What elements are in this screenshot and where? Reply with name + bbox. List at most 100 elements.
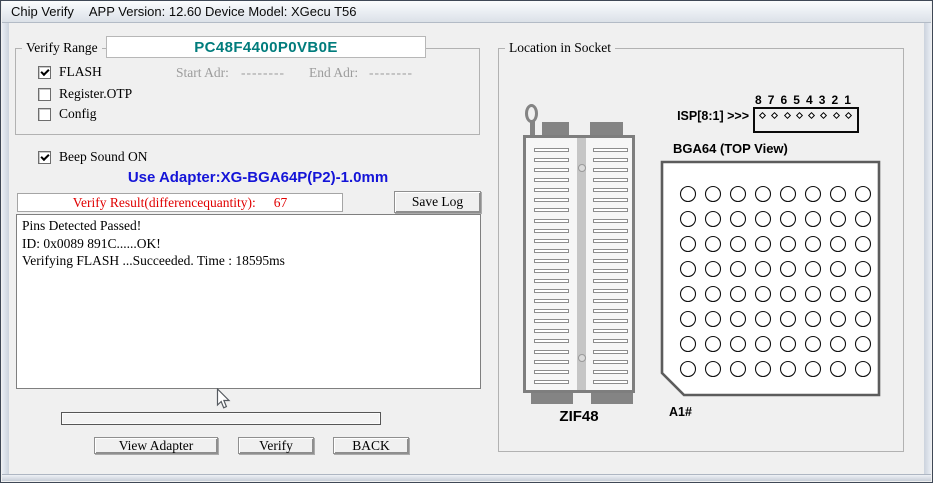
checkbox-label: Register.OTP — [59, 86, 132, 102]
zif-slot — [534, 198, 569, 202]
zif-slot — [534, 289, 569, 293]
bga-ball — [681, 287, 696, 302]
zif-slot — [593, 289, 628, 293]
zif-tab — [590, 122, 623, 136]
bga-ball — [756, 262, 771, 277]
bga-ball — [681, 212, 696, 227]
bga-ball — [781, 362, 796, 377]
bga-ball — [756, 312, 771, 327]
bga-ball — [856, 212, 871, 227]
zif-center-strip — [577, 138, 586, 390]
view-adapter-button[interactable]: View Adapter — [94, 437, 218, 454]
beep-sound-checkbox[interactable]: Beep Sound ON — [38, 149, 148, 165]
zif-tab — [542, 122, 569, 136]
config-checkbox[interactable]: Config — [38, 106, 97, 122]
a1-label: A1# — [669, 405, 692, 419]
window-frame-right — [924, 23, 931, 481]
bga-ball — [831, 237, 846, 252]
bga-ball — [856, 187, 871, 202]
isp-pin-hole — [796, 112, 803, 119]
bga-ball — [806, 362, 821, 377]
bga-ball — [781, 337, 796, 352]
zif-slot — [593, 319, 628, 323]
bga-ball — [856, 337, 871, 352]
bga-ball — [856, 362, 871, 377]
zif-slot — [593, 380, 628, 384]
window-frame-left — [2, 23, 9, 481]
location-group-label: Location in Socket — [505, 40, 615, 56]
zif-slot — [534, 360, 569, 364]
zif-slot — [593, 219, 628, 223]
bga-ball — [731, 337, 746, 352]
isp-pin-hole — [845, 112, 852, 119]
checkbox-box — [38, 66, 51, 79]
isp-pin-number: 8 — [755, 93, 762, 107]
zif-slot — [593, 370, 628, 374]
bga-ball — [681, 237, 696, 252]
checkbox-box — [38, 151, 51, 164]
end-adr-label: End Adr: — [309, 65, 358, 81]
bga-ball — [731, 287, 746, 302]
zif-slot — [534, 259, 569, 263]
zif-slot — [534, 299, 569, 303]
zif-slot — [593, 339, 628, 343]
zif-slot — [593, 188, 628, 192]
zif-slot — [593, 350, 628, 354]
bga-ball — [856, 287, 871, 302]
bga-ball — [831, 337, 846, 352]
zif-slot — [593, 178, 628, 182]
checkbox-label: Beep Sound ON — [59, 149, 148, 165]
verify-button[interactable]: Verify — [238, 437, 314, 454]
zif-slot — [534, 239, 569, 243]
log-line: ID: 0x0089 891C......OK! — [22, 235, 475, 253]
bga-ball — [856, 312, 871, 327]
bga-ball — [806, 187, 821, 202]
window-title: Chip Verify — [11, 4, 74, 19]
zif-slot — [593, 249, 628, 253]
zif-slot — [593, 309, 628, 313]
isp-pin-number: 5 — [793, 93, 800, 107]
zif-slot — [534, 269, 569, 273]
bga-ball — [706, 237, 721, 252]
zif-slot — [534, 249, 569, 253]
adapter-notice: Use Adapter:XG-BGA64P(P2)-1.0mm — [33, 169, 483, 186]
save-log-button[interactable]: Save Log — [394, 191, 481, 213]
isp-pin-number: 3 — [819, 93, 826, 107]
bga-ball — [856, 237, 871, 252]
isp-pin-number: 7 — [768, 93, 775, 107]
bga-ball — [756, 362, 771, 377]
checkbox-label: FLASH — [59, 64, 102, 80]
zif-slot — [534, 188, 569, 192]
back-button[interactable]: BACK — [333, 437, 409, 454]
zif-slot — [534, 339, 569, 343]
zif-slot — [534, 178, 569, 182]
zif-slot — [534, 319, 569, 323]
window-frame-bottom — [2, 474, 931, 481]
bga-ball — [706, 212, 721, 227]
bga-ball — [731, 312, 746, 327]
isp-pin-number: 4 — [806, 93, 813, 107]
bga-ball — [856, 262, 871, 277]
zif-slot — [534, 158, 569, 162]
bga-ball — [756, 187, 771, 202]
isp-pin-number: 2 — [832, 93, 839, 107]
zif-slot — [593, 299, 628, 303]
bga-ball — [681, 337, 696, 352]
verify-range-group-label: Verify Range — [22, 40, 102, 56]
isp-pin-holes — [760, 113, 851, 118]
verify-result-label: Verify Result(differencequantity): — [73, 195, 256, 211]
bga-ball — [756, 287, 771, 302]
zif-slot — [593, 158, 628, 162]
zif-slot — [534, 208, 569, 212]
register-otp-checkbox[interactable]: Register.OTP — [38, 86, 132, 102]
bga-ball — [831, 187, 846, 202]
bga-ball — [681, 187, 696, 202]
bga-ball — [831, 212, 846, 227]
flash-checkbox[interactable]: FLASH — [38, 64, 102, 80]
bga-ball — [681, 312, 696, 327]
bga-ball — [831, 312, 846, 327]
mouse-cursor-icon — [216, 388, 231, 410]
bga-ball — [781, 212, 796, 227]
log-area[interactable]: Pins Detected Passed! ID: 0x0089 891C...… — [16, 214, 481, 389]
zif-slot — [593, 229, 628, 233]
